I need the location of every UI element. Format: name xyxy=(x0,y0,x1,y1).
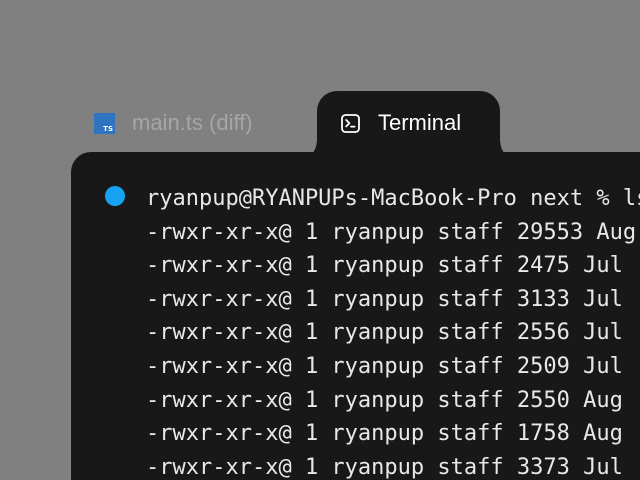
terminal-icon xyxy=(341,113,360,133)
tab-terminal-label: Terminal xyxy=(378,110,462,135)
terminal-output-line: -rwxr-xr-x@ 1 ryanpup staff 2475 Jul xyxy=(146,253,623,279)
terminal-panel[interactable]: ryanpup@RYANPUPs-MacBook-Pro next % ls -… xyxy=(71,152,640,480)
typescript-file-icon: TS xyxy=(94,112,115,134)
terminal-output-line: -rwxr-xr-x@ 1 ryanpup staff 1758 Aug xyxy=(146,421,623,447)
typescript-icon-text: TS xyxy=(103,124,113,133)
terminal-output-line: -rwxr-xr-x@ 1 ryanpup staff 2550 Aug xyxy=(146,387,623,413)
terminal-prompt-line: ryanpup@RYANPUPs-MacBook-Pro next % ls -… xyxy=(146,186,640,211)
tab-terminal[interactable]: Terminal xyxy=(317,91,500,161)
terminal-output-line: -rwxr-xr-x@ 1 ryanpup staff 3133 Jul xyxy=(146,286,623,312)
tab-main-ts-diff[interactable]: TS main.ts (diff) xyxy=(94,106,253,140)
status-dot-icon xyxy=(105,186,125,206)
tab-main-ts-diff-label: main.ts (diff) xyxy=(132,110,253,135)
terminal-output[interactable]: ryanpup@RYANPUPs-MacBook-Pro next % ls -… xyxy=(146,182,640,480)
terminal-output-line: -rwxr-xr-x@ 1 ryanpup staff 29553 Aug xyxy=(146,219,637,245)
terminal-output-line: -rwxr-xr-x@ 1 ryanpup staff 2509 Jul xyxy=(146,353,623,379)
terminal-output-line: -rwxr-xr-x@ 1 ryanpup staff 2556 Jul xyxy=(146,320,623,346)
terminal-output-line: -rwxr-xr-x@ 1 ryanpup staff 3373 Jul xyxy=(146,454,623,480)
